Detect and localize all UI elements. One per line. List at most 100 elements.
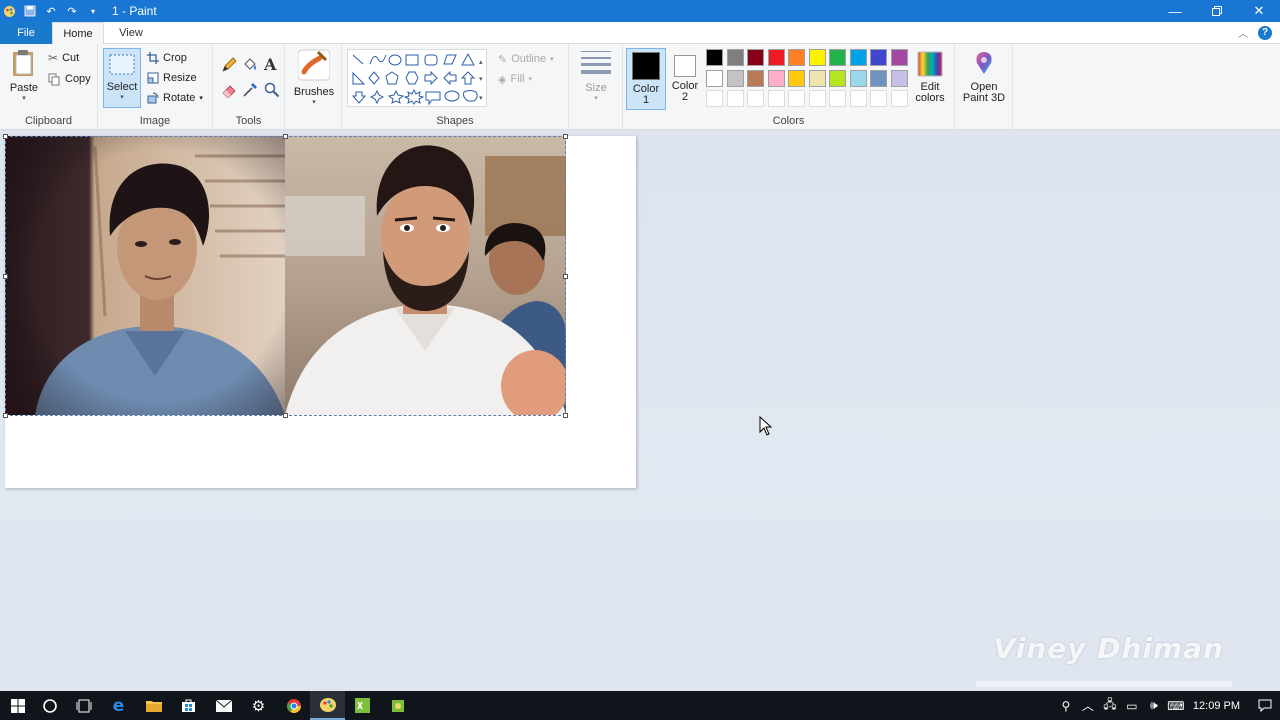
custom-color-slot[interactable] [726,90,744,107]
palette-color-swatch[interactable] [890,49,908,66]
brushes-dropdown-icon[interactable]: ▾ [293,98,335,106]
palette-color-swatch[interactable] [890,69,908,87]
palette-color-swatch[interactable] [747,69,764,87]
palette-color-swatch[interactable] [870,49,887,66]
palette-color-swatch[interactable] [829,49,846,66]
palette-color-swatch[interactable] [726,49,744,66]
custom-color-slot[interactable] [890,90,908,107]
help-icon[interactable]: ? [1258,25,1272,40]
close-icon[interactable]: ✕ [1238,0,1280,22]
palette-color-swatch[interactable] [767,49,785,66]
palette-color-swatch[interactable] [726,69,744,87]
cut-button[interactable]: ✂ Cut [48,49,79,67]
color-picker-icon[interactable] [242,82,258,101]
restore-icon[interactable] [1196,0,1238,22]
paste-button[interactable]: Paste ▾ [6,48,42,102]
store-icon[interactable] [171,691,206,720]
spreadsheet-app-icon[interactable] [345,691,380,720]
task-view-icon[interactable] [66,691,101,720]
pencil-icon[interactable] [221,57,237,76]
palette-color-swatch[interactable] [829,69,846,87]
shapes-gallery[interactable]: ▴ ▾ ▾ [347,49,487,107]
palette-color-swatch[interactable] [767,69,785,87]
chrome-browser-icon[interactable] [276,691,311,720]
show-hidden-icons-chevron-icon[interactable]: ︿ [1077,691,1099,720]
resize-handle-bottom-left[interactable] [3,413,8,418]
palette-color-swatch[interactable] [788,69,805,87]
paste-dropdown-icon[interactable]: ▾ [6,94,42,102]
custom-color-slot[interactable] [767,90,785,107]
size-button[interactable]: Size ▾ [578,48,614,102]
palette-color-swatch[interactable] [706,49,723,66]
fill-button[interactable]: ◈ Fill ▾ [498,70,532,88]
palette-color-swatch[interactable] [870,69,887,87]
text-icon[interactable]: A [264,55,276,74]
open-paint3d-button[interactable]: Open Paint 3D [959,48,1009,104]
crop-button[interactable]: Crop [147,49,187,67]
network-icon[interactable]: 🖧 [1099,691,1121,720]
fill-bucket-icon[interactable] [242,57,258,76]
paint-app-icon[interactable] [2,4,16,18]
eraser-icon[interactable] [221,82,237,101]
palette-color-swatch[interactable] [788,49,805,66]
custom-color-slot[interactable] [808,90,826,107]
mail-icon[interactable] [206,691,241,720]
rotate-button[interactable]: Rotate ▾ [147,89,203,107]
copy-button[interactable]: Copy [48,70,91,88]
rotate-dropdown-icon[interactable]: ▾ [199,94,203,102]
magnifier-icon[interactable] [264,82,280,101]
select-dropdown-icon[interactable]: ▾ [104,93,140,101]
palette-color-swatch[interactable] [808,49,826,66]
taskbar-clock[interactable]: 12:09 PM [1187,700,1250,712]
custom-color-slot[interactable] [870,90,887,107]
outline-button[interactable]: ✎ Outline ▾ [498,50,554,68]
keyboard-language-icon[interactable]: ⌨ [1165,691,1187,720]
tab-file[interactable]: File [0,22,52,44]
collapse-ribbon-icon[interactable]: ︿ [1238,25,1248,40]
custom-color-slot[interactable] [788,90,805,107]
palette-color-swatch[interactable] [808,69,826,87]
redo-icon[interactable]: ↷ [65,4,79,18]
paint-taskbar-icon[interactable] [310,691,345,720]
action-center-icon[interactable] [1250,691,1280,720]
volume-icon[interactable]: 🕪 [1143,691,1165,720]
custom-color-slot[interactable] [747,90,764,107]
settings-gear-icon[interactable]: ⚙ [241,691,276,720]
brushes-button[interactable]: Brushes ▾ [293,48,335,106]
battery-icon[interactable]: ▭ [1121,691,1143,720]
people-icon[interactable]: ⚲ [1055,691,1077,720]
custom-color-slot[interactable] [849,90,867,107]
drawing-canvas[interactable] [3,134,636,488]
start-windows-icon[interactable] [0,691,35,720]
resize-handle-right[interactable] [563,274,568,279]
palette-color-swatch[interactable] [706,69,723,87]
customize-quick-access-icon[interactable]: ▾ [86,4,100,18]
edit-colors-button[interactable]: Edit colors [912,48,948,104]
pasted-photo-right[interactable] [285,136,566,415]
edge-browser-icon[interactable]: e [101,691,136,720]
select-button[interactable]: Select ▾ [103,48,141,108]
minimize-icon[interactable]: — [1154,0,1196,22]
resize-button[interactable]: Resize [147,69,197,87]
palette-color-swatch[interactable] [849,69,867,87]
pasted-photo-left[interactable] [5,136,285,415]
canvas-workspace[interactable]: Viney Dhiman [0,131,1280,691]
palette-color-swatch[interactable] [747,49,764,66]
tab-home[interactable]: Home [52,22,104,44]
resize-handle-left[interactable] [3,274,8,279]
file-explorer-icon[interactable] [136,691,171,720]
resize-handle-top[interactable] [283,134,288,139]
color2-button[interactable]: Color 2 [667,48,703,110]
resize-handle-bottom-right[interactable] [563,413,568,418]
custom-color-slot[interactable] [829,90,846,107]
custom-color-slot[interactable] [706,90,723,107]
undo-icon[interactable]: ↶ [44,4,58,18]
palette-color-swatch[interactable] [849,49,867,66]
tab-view[interactable]: View [106,22,156,44]
cortana-search-icon[interactable] [32,691,67,720]
utility-app-icon[interactable] [380,691,415,720]
resize-handle-top-right[interactable] [563,134,568,139]
color1-button[interactable]: Color 1 [626,48,666,110]
save-icon[interactable] [23,4,37,18]
resize-handle-bottom[interactable] [283,413,288,418]
